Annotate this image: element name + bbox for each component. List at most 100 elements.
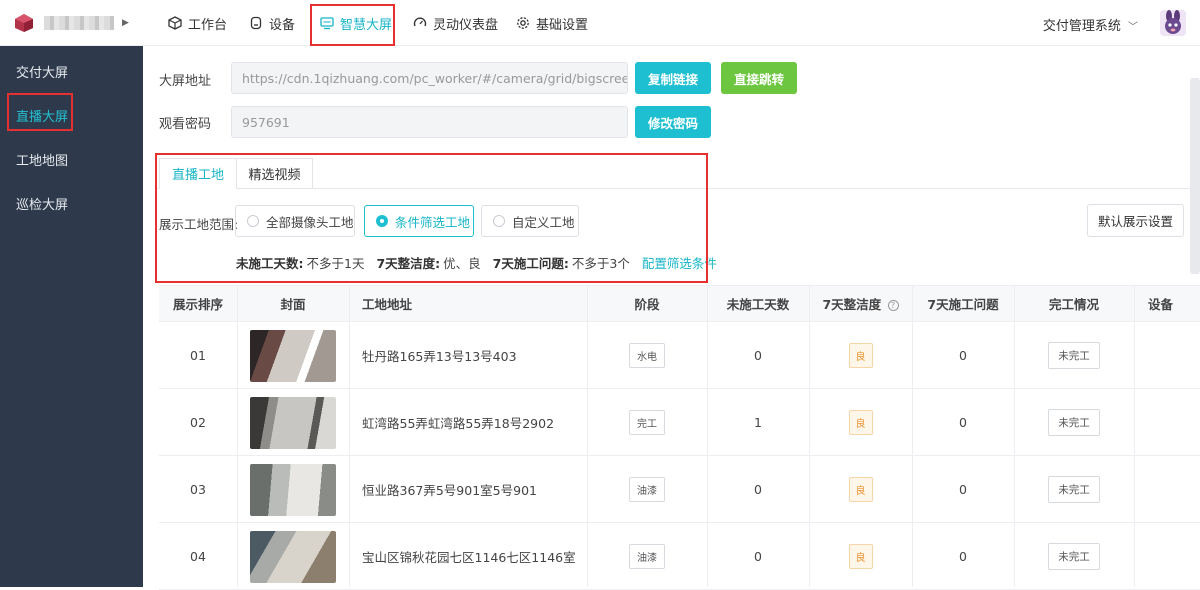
th-stage: 阶段 bbox=[634, 297, 660, 312]
jump-button[interactable]: 直接跳转 bbox=[721, 62, 797, 94]
highlight-box-sidebar bbox=[7, 93, 73, 131]
password-field[interactable]: 957691 bbox=[231, 106, 628, 138]
cell-address: 牡丹路165弄13号13号403 bbox=[362, 349, 517, 364]
cell-idle-days: 0 bbox=[754, 549, 762, 564]
avatar-rabbit-icon bbox=[1160, 10, 1186, 36]
change-password-button[interactable]: 修改密码 bbox=[635, 106, 711, 138]
cell-stage: 油漆 bbox=[587, 523, 707, 590]
table-row[interactable]: 01 牡丹路165弄13号13号403 水电 0 良 0 未完工 bbox=[159, 322, 1200, 389]
nav-device[interactable]: 设备 bbox=[249, 0, 295, 46]
url-label: 大屏地址 bbox=[159, 74, 212, 89]
gear-icon bbox=[517, 17, 529, 29]
cover-image[interactable] bbox=[250, 396, 336, 449]
cell-address: 恒业路367弄5号901室5号901 bbox=[362, 483, 537, 498]
nav-dashboard[interactable]: 灵动仪表盘 bbox=[413, 0, 498, 46]
system-switcher[interactable]: 交付管理系统 ﹀ bbox=[1043, 15, 1138, 34]
cover-image[interactable] bbox=[250, 329, 336, 382]
cell-order: 02 bbox=[190, 415, 206, 430]
copy-link-button[interactable]: 复制链接 bbox=[635, 62, 711, 94]
table-row[interactable]: 02 虹湾路55弄虹湾路55弄18号2902 完工 1 良 0 未完工 bbox=[159, 389, 1200, 456]
cell-idle-days: 0 bbox=[754, 348, 762, 363]
stage-tag: 完工 bbox=[629, 410, 665, 435]
avatar[interactable] bbox=[1160, 10, 1186, 36]
sidebar-item-inspection-screen[interactable]: 巡检大屏 bbox=[16, 194, 68, 213]
cell-address: 虹湾路55弄虹湾路55弄18号2902 bbox=[362, 416, 555, 431]
stage-tag: 油漆 bbox=[629, 544, 665, 569]
table-row[interactable]: 03 恒业路367弄5号901室5号901 油漆 0 良 0 未完工 bbox=[159, 456, 1200, 523]
cell-stage: 油漆 bbox=[587, 456, 707, 523]
cell-order: 03 bbox=[190, 482, 206, 497]
th-device: 设备 bbox=[1148, 297, 1174, 312]
nav-workbench[interactable]: 工作台 bbox=[168, 0, 227, 46]
nav-settings[interactable]: 基础设置 bbox=[516, 0, 588, 46]
cell-order: 01 bbox=[190, 348, 206, 363]
cell-cover bbox=[237, 523, 349, 590]
cell-cover bbox=[237, 389, 349, 456]
stage-tag: 油漆 bbox=[629, 477, 665, 502]
clean-tag: 良 bbox=[848, 477, 873, 502]
cell-idle-days: 1 bbox=[754, 415, 762, 430]
status-tag: 未完工 bbox=[1048, 342, 1100, 369]
cell-cover bbox=[237, 322, 349, 389]
cell-issues: 0 bbox=[959, 549, 967, 564]
sidebar-item-site-map[interactable]: 工地地图 bbox=[16, 150, 68, 169]
device-icon bbox=[250, 16, 262, 30]
cell-cleanliness: 良 bbox=[809, 456, 912, 523]
th-cleanliness-label: 7天整洁度 bbox=[822, 297, 882, 312]
cell-cleanliness: 良 bbox=[809, 322, 912, 389]
cell-issues: 0 bbox=[959, 348, 967, 363]
password-label: 观看密码 bbox=[159, 117, 212, 132]
table-row[interactable]: 04 宝山区锦秋花园七区1146七区1146室 油漆 0 良 0 未完工 bbox=[159, 523, 1200, 590]
nav-label: 基础设置 bbox=[536, 17, 589, 33]
cell-status: 未完工 bbox=[1014, 523, 1134, 590]
cell-idle-days: 0 bbox=[754, 482, 762, 497]
expand-triangle-icon[interactable]: ▶ bbox=[122, 18, 129, 28]
cell-status: 未完工 bbox=[1014, 389, 1134, 456]
chevron-down-icon: ﹀ bbox=[1128, 22, 1138, 33]
cell-issues: 0 bbox=[959, 482, 967, 497]
default-display-settings-button[interactable]: 默认展示设置 bbox=[1087, 204, 1184, 237]
nav-label: 工作台 bbox=[188, 17, 228, 33]
th-idle-days: 未施工天数 bbox=[726, 297, 790, 312]
cell-status: 未完工 bbox=[1014, 322, 1134, 389]
workbench-icon bbox=[168, 16, 182, 30]
nav-label: 设备 bbox=[269, 17, 296, 33]
th-order: 展示排序 bbox=[172, 297, 223, 312]
top-bar: ▶ 工作台 设备 智慧大屏 灵动仪表盘 基础设置 交付管理系统 ﹀ bbox=[0, 0, 1200, 46]
cell-cover bbox=[237, 456, 349, 523]
logo-icon[interactable] bbox=[14, 13, 34, 33]
th-issues: 7天施工问题 bbox=[927, 297, 999, 312]
status-tag: 未完工 bbox=[1048, 409, 1100, 436]
status-tag: 未完工 bbox=[1048, 476, 1100, 503]
sidebar: 交付大屏 直播大屏 工地地图 巡检大屏 bbox=[0, 46, 143, 587]
side-scrollbar[interactable] bbox=[1190, 78, 1200, 274]
cell-cleanliness: 良 bbox=[809, 389, 912, 456]
clean-tag: 良 bbox=[848, 544, 873, 569]
brand-name-masked bbox=[44, 16, 114, 30]
status-tag: 未完工 bbox=[1048, 543, 1100, 570]
highlight-box-filter bbox=[155, 153, 708, 283]
stage-tag: 水电 bbox=[629, 343, 665, 368]
cell-cleanliness: 良 bbox=[809, 523, 912, 590]
th-status: 完工情况 bbox=[1048, 297, 1099, 312]
cell-status: 未完工 bbox=[1014, 456, 1134, 523]
th-cleanliness: 7天整洁度 ? bbox=[809, 286, 912, 323]
cell-order: 04 bbox=[190, 549, 206, 564]
sidebar-item-delivery-screen[interactable]: 交付大屏 bbox=[16, 62, 68, 81]
screen-url-field[interactable]: https://cdn.1qizhuang.com/pc_worker/#/ca… bbox=[231, 62, 628, 94]
dashboard-icon bbox=[413, 17, 427, 27]
table-header: 展示排序 封面 工地地址 阶段 未施工天数 7天整洁度 ? 7天施工问题 完工情… bbox=[159, 285, 1200, 322]
cover-image[interactable] bbox=[250, 463, 336, 516]
th-cover: 封面 bbox=[280, 297, 306, 312]
nav-label: 灵动仪表盘 bbox=[433, 17, 499, 33]
clean-tag: 良 bbox=[848, 343, 873, 368]
help-icon[interactable]: ? bbox=[887, 300, 899, 311]
highlight-box-nav bbox=[310, 4, 395, 46]
system-label: 交付管理系统 bbox=[1042, 19, 1121, 34]
th-address: 工地地址 bbox=[362, 297, 413, 312]
cover-image[interactable] bbox=[250, 530, 336, 583]
cell-stage: 完工 bbox=[587, 389, 707, 456]
cell-address: 宝山区锦秋花园七区1146七区1146室 bbox=[362, 550, 576, 565]
cell-issues: 0 bbox=[959, 415, 967, 430]
cell-stage: 水电 bbox=[587, 322, 707, 389]
